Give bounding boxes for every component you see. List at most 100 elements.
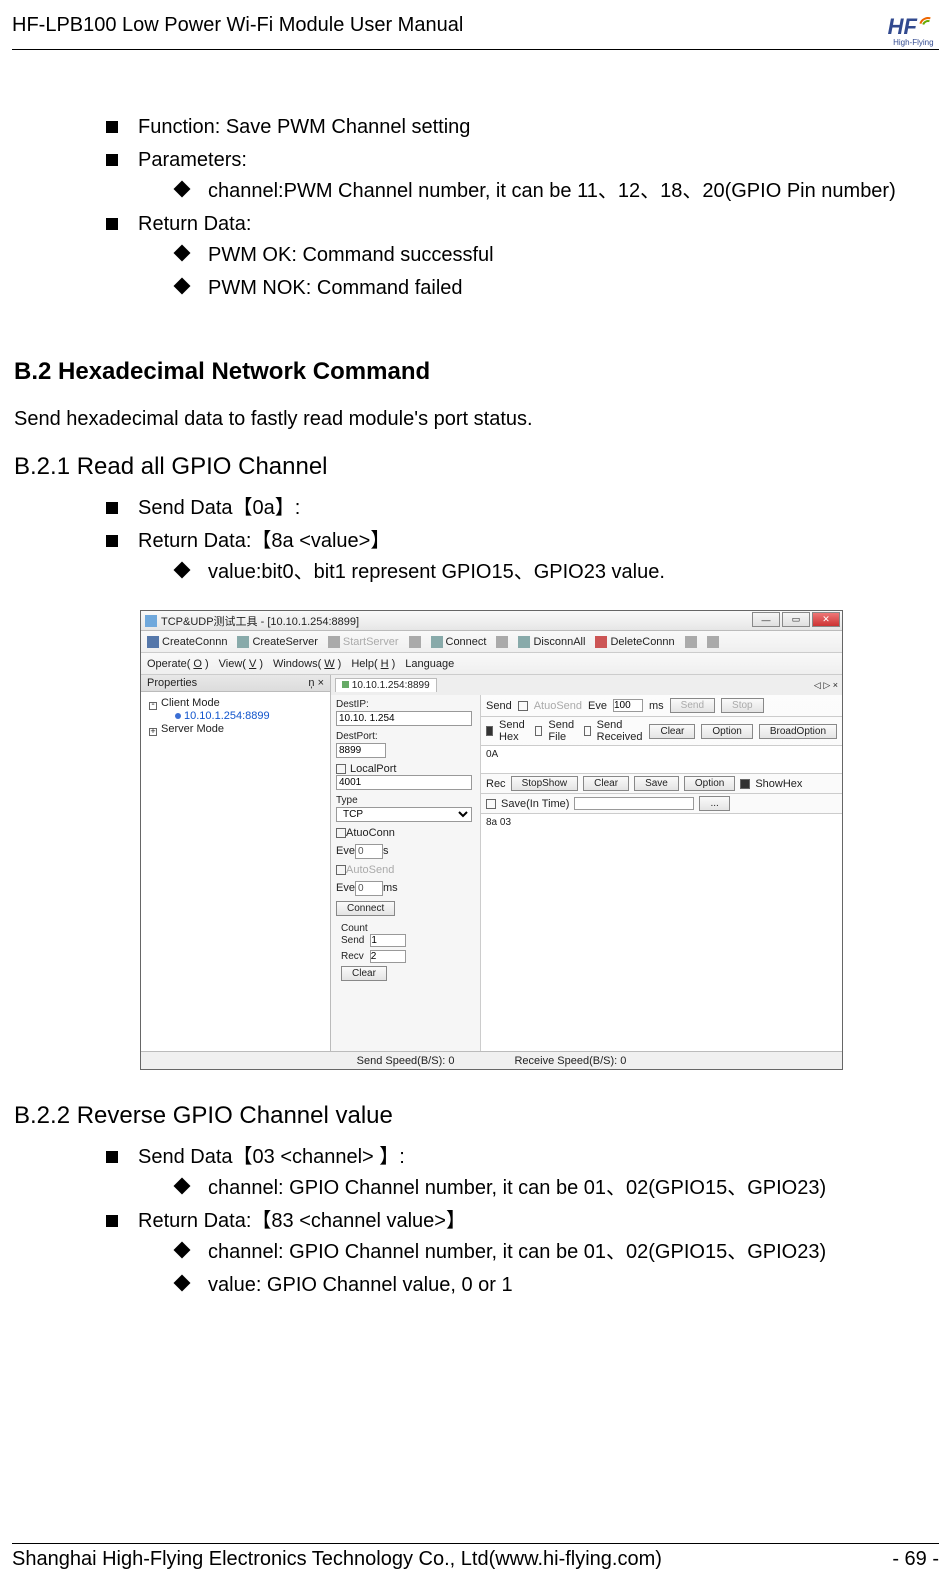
pin-icon[interactable]: ņ × [308, 677, 324, 689]
connect-small-button[interactable]: Connect [336, 901, 395, 916]
b22-list: Send Data【03 <channel> 】: channel: GPIO … [14, 1142, 939, 1301]
recv-count-label: Recv [341, 951, 364, 962]
app-icon [145, 615, 157, 627]
close-button[interactable]: ✕ [812, 612, 840, 627]
stopserver-button[interactable] [409, 636, 421, 648]
b22-return-value: value: GPIO Channel value, 0 or 1 [176, 1270, 939, 1301]
logo-subtext: High-Flying [888, 38, 939, 47]
stop-icon [409, 636, 421, 648]
showhex-checkbox[interactable] [740, 779, 750, 789]
maximize-button[interactable]: ▭ [782, 612, 810, 627]
tab-nav[interactable]: ◁ ▷ × [814, 680, 838, 691]
localport-checkbox[interactable] [336, 764, 346, 774]
extra2-icon [707, 636, 719, 648]
connection-settings: DestIP: DestPort: LocalPort TypeTCP Atuo… [331, 695, 481, 1051]
window-title: TCP&UDP测试工具 - [10.10.1.254:8899] [161, 613, 359, 629]
saveintime-label: Save(In Time) [501, 798, 569, 810]
tree-connection-item[interactable]: 10.10.1.254:8899 [147, 710, 324, 722]
connection-tab[interactable]: 10.10.1.254:8899 [335, 678, 437, 692]
stopshow-button[interactable]: StopShow [511, 776, 579, 791]
showhex-label: ShowHex [755, 778, 802, 790]
recv-count-input[interactable] [370, 950, 406, 963]
saveintime-checkbox[interactable] [486, 799, 496, 809]
b22-return-label: Return Data:【83 <channel value>】 [138, 1210, 466, 1232]
minimize-button[interactable]: — [752, 612, 780, 627]
toolbar-extra2[interactable] [707, 636, 719, 648]
broadoption-button[interactable]: BroadOption [759, 724, 837, 739]
createserver-button[interactable]: CreateServer [237, 636, 317, 648]
send-count-input[interactable] [370, 934, 406, 947]
b21-send: Send Data【0a】: [106, 493, 939, 524]
dot-icon [175, 713, 181, 719]
b22-send-label: Send Data【03 <channel> 】: [138, 1146, 405, 1168]
menu-operate[interactable]: Operate(O) [147, 658, 209, 670]
send-label: Send [486, 700, 512, 712]
destip-label: DestIP: [336, 699, 475, 710]
io-panel: Send AtuoSend Eve ms Send Stop Send Hex … [481, 695, 842, 1051]
localport-input[interactable] [336, 775, 472, 790]
recv-clear-button[interactable]: Clear [583, 776, 629, 791]
destport-input[interactable] [336, 743, 386, 758]
type-select[interactable]: TCP [336, 807, 472, 822]
sendreceived-checkbox[interactable] [584, 726, 591, 736]
section-b21-heading: B.2.1 Read all GPIO Channel [14, 453, 939, 481]
toolbar-extra1[interactable] [685, 636, 697, 648]
b21-return: Return Data:【8a <value>】 value:bit0、bit1… [106, 526, 939, 588]
recv-speed: Receive Speed(B/S): 0 [514, 1055, 626, 1067]
browse-button[interactable]: ... [699, 796, 729, 811]
link-icon [147, 636, 159, 648]
b22-send: Send Data【03 <channel> 】: channel: GPIO … [106, 1142, 939, 1204]
send-clear-button[interactable]: Clear [649, 724, 695, 739]
atuoconn-label: AtuoConn [346, 827, 395, 839]
menu-language[interactable]: Language [405, 658, 454, 670]
recv-option-button[interactable]: Option [684, 776, 735, 791]
deleteconn-button[interactable]: DeleteConnn [595, 636, 674, 648]
page-footer: Shanghai High-Flying Electronics Technol… [12, 1543, 939, 1571]
properties-label: Properties [147, 677, 197, 689]
ms-label: ms [649, 700, 664, 712]
send-button[interactable]: Send [670, 698, 715, 713]
disconnall-button[interactable]: DisconnAll [518, 636, 585, 648]
menubar: Operate(O) View(V) Windows(W) Help(H) La… [141, 653, 842, 675]
clear-count-button[interactable]: Clear [341, 966, 387, 981]
tree-server-mode[interactable]: Server Mode [147, 722, 324, 736]
footer-page: - 69 - [892, 1548, 939, 1571]
parameters-item: Parameters: channel:PWM Channel number, … [106, 145, 939, 207]
section-b22-heading: B.2.2 Reverse GPIO Channel value [14, 1102, 939, 1130]
eve1-input [355, 844, 383, 859]
sendhex-label: Send Hex [499, 719, 529, 743]
disconnect-icon [496, 636, 508, 648]
tcp-tool-window: TCP&UDP测试工具 - [10.10.1.254:8899] — ▭ ✕ C… [140, 610, 843, 1070]
autosend-checkbox[interactable] [336, 865, 346, 875]
saveintime-path-input[interactable] [574, 797, 694, 810]
tab-strip: 10.10.1.254:8899 ◁ ▷ × [331, 675, 842, 695]
menu-help[interactable]: Help(H) [351, 658, 395, 670]
atuosend-checkbox[interactable] [518, 701, 528, 711]
destip-input[interactable] [336, 711, 472, 726]
delete-icon [595, 636, 607, 648]
disconnect-button[interactable] [496, 636, 508, 648]
section-b2-heading: B.2 Hexadecimal Network Command [14, 358, 939, 386]
save-button[interactable]: Save [634, 776, 679, 791]
function-item: Function: Save PWM Channel setting [106, 112, 939, 143]
send-option-button[interactable]: Option [701, 724, 752, 739]
sendhex-checkbox[interactable] [486, 726, 493, 736]
eve2-input [355, 881, 383, 896]
menu-windows[interactable]: Windows(W) [273, 658, 341, 670]
sendfile-checkbox[interactable] [535, 726, 542, 736]
send-textbox[interactable]: 0A [481, 746, 842, 774]
send-eve-input[interactable] [613, 699, 643, 712]
createconn-button[interactable]: CreateConnn [147, 636, 227, 648]
recv-textbox[interactable]: 8a 03 [481, 814, 842, 1051]
header-title: HF-LPB100 Low Power Wi-Fi Module User Ma… [12, 14, 463, 37]
logo: HF High-Flying [888, 14, 939, 47]
connect-button[interactable]: Connect [431, 636, 487, 648]
b21-value-desc: value:bit0、bit1 represent GPIO15、GPIO23 … [176, 557, 939, 588]
startserver-button[interactable]: StartServer [328, 636, 399, 648]
atuoconn-checkbox[interactable] [336, 828, 346, 838]
eve1-unit: s [383, 845, 389, 857]
menu-view[interactable]: View(V) [219, 658, 263, 670]
stop-button[interactable]: Stop [721, 698, 764, 713]
sendreceived-label: Send Received [597, 719, 644, 743]
tree-client-mode[interactable]: Client Mode [147, 696, 324, 710]
